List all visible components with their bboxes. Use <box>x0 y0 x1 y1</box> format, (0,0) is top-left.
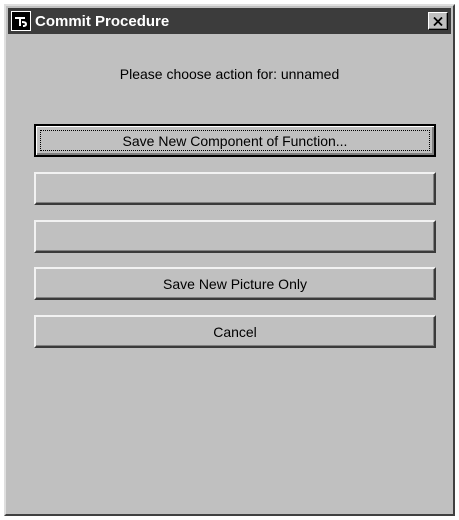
close-button[interactable] <box>428 12 448 30</box>
prompt-text: Please choose action for: unnamed <box>119 66 340 82</box>
app-logo-icon <box>11 11 31 31</box>
blank-button-2[interactable] <box>34 220 436 253</box>
cancel-label: Cancel <box>213 323 257 340</box>
blank-button-1[interactable] <box>34 172 436 205</box>
save-new-component-label: Save New Component of Function... <box>122 132 348 149</box>
commit-procedure-dialog: Commit Procedure Please choose action fo… <box>4 4 455 516</box>
close-icon <box>433 16 443 26</box>
title-bar[interactable]: Commit Procedure <box>8 8 451 34</box>
save-new-picture-label: Save New Picture Only <box>163 275 307 292</box>
save-new-picture-button[interactable]: Save New Picture Only <box>34 267 436 300</box>
window-title: Commit Procedure <box>35 12 170 30</box>
save-new-component-button[interactable]: Save New Component of Function... <box>34 124 436 157</box>
cancel-button[interactable]: Cancel <box>34 315 436 348</box>
